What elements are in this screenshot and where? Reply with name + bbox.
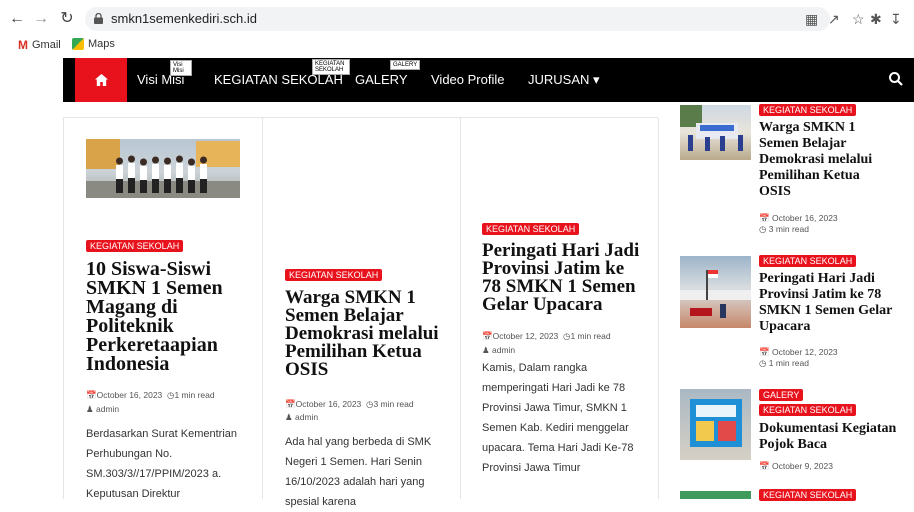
clock-icon: ◷ [759,358,767,368]
post-card: KEGIATAN SEKOLAH 10 Siswa-Siswi SMKN 1 S… [63,118,262,500]
user-icon: ♟ [285,412,293,422]
bookmark-label: Maps [88,38,115,50]
post-excerpt: Berdasarkan Surat Kementrian Perhubungan… [86,428,238,500]
post-meta: 📅October 16, 2023 ◷1 min read [86,389,215,401]
sidebar-post-title[interactable]: Peringati Hari Jadi Provinsi Jatim ke 78… [759,271,899,335]
nav-galery[interactable]: GALERY [355,72,408,88]
download-icon[interactable]: ↧ [890,11,902,27]
read-time: 1 min read [174,390,215,400]
flag-ceremony-photo [680,270,751,318]
gmail-icon: M [18,38,28,52]
category-badge[interactable]: GALERY [759,389,804,401]
sidebar-post-meta: 📅 October 12, 2023 ◷ 1 min read [759,347,838,369]
author-name[interactable]: admin [492,345,515,355]
post-title[interactable]: 10 Siswa-Siswi SMKN 1 Semen Magang di Po… [86,259,246,374]
read-time: 1 min read [570,331,611,341]
post-excerpt: Ada hal yang berbeda di SMK Negeri 1 Sem… [285,436,432,508]
maps-icon [72,38,84,50]
share-icon[interactable]: ↗ [828,11,840,27]
category-badge[interactable]: KEGIATAN SEKOLAH [285,269,383,281]
category-badge[interactable]: KEGIATAN SEKOLAH [759,489,857,501]
calendar-icon: 📅 [285,399,296,409]
reading-corner-photo [690,399,742,447]
post-excerpt: Kamis, Dalam rangka memperingati Hari Ja… [482,362,634,474]
read-time: 3 min read [373,399,414,409]
address-bar[interactable]: smkn1semenkediri.sch.id ▦ ↗ ☆ [85,7,865,31]
site-navbar: Visi Misi Visi Misi KEGIATAN SEKOLAH KEG… [63,58,914,102]
calendar-icon: 📅 [759,461,770,471]
bookmarks-bar: M Gmail Maps [0,36,914,56]
user-icon: ♟ [482,345,490,355]
post-date[interactable]: October 16, 2023 [772,213,838,223]
post-date[interactable]: October 16, 2023 [97,390,163,400]
students-photo [86,139,240,198]
author-name[interactable]: admin [295,412,318,422]
post-author: ♟ admin [482,344,515,356]
post-thumbnail[interactable] [86,139,240,198]
bookmark-star-icon[interactable]: ☆ [852,11,865,27]
browser-chrome: ← → ↻ smkn1semenkediri.sch.id ▦ ↗ ☆ ✱ ↧ … [0,0,914,56]
calendar-icon: 📅 [86,390,97,400]
address-row: ← → ↻ smkn1semenkediri.sch.id ▦ ↗ ☆ ✱ ↧ [0,4,914,34]
back-icon[interactable]: ← [8,10,26,28]
osis-election-photo [680,105,743,151]
calendar-icon: 📅 [759,213,770,223]
nav-jurusan-dropdown[interactable]: JURUSAN ▾ [528,72,600,88]
sidebar-thumbnail[interactable] [680,389,751,460]
category-badge[interactable]: KEGIATAN SEKOLAH [759,255,857,267]
home-button[interactable] [75,58,127,102]
home-icon [94,74,108,86]
nav-tooltip: Visi Misi [170,60,192,76]
forward-icon[interactable]: → [32,10,50,28]
extensions-icon[interactable]: ✱ [870,11,882,27]
sidebar-thumbnail[interactable] [680,105,751,160]
nav-tooltip: KEGIATAN SEKOLAH [312,59,350,75]
url-text: smkn1semenkediri.sch.id [111,11,257,26]
category-badge[interactable]: KEGIATAN SEKOLAH [759,404,857,416]
bookmark-maps[interactable]: Maps [72,38,115,50]
nav-video-profile[interactable]: Video Profile [431,72,504,88]
user-icon: ♟ [86,404,94,414]
post-author: ♟ admin [86,403,119,415]
category-badge[interactable]: KEGIATAN SEKOLAH [759,104,857,116]
category-badge[interactable]: KEGIATAN SEKOLAH [86,240,184,252]
post-date[interactable]: October 16, 2023 [296,399,362,409]
calendar-icon: 📅 [759,347,770,357]
sidebar-thumbnail[interactable] [680,491,751,499]
category-badge[interactable]: KEGIATAN SEKOLAH [482,223,580,235]
calendar-icon: 📅 [482,331,493,341]
translate-icon[interactable]: ▦ [805,11,818,27]
sidebar-post-meta: 📅 October 16, 2023 ◷ 3 min read [759,213,838,235]
author-name[interactable]: admin [96,404,119,414]
post-date[interactable]: October 9, 2023 [772,461,833,471]
post-meta: 📅October 12, 2023 ◷1 min read [482,330,611,342]
post-date[interactable]: October 12, 2023 [772,347,838,357]
sidebar-thumbnail[interactable] [680,256,751,328]
sidebar-post-meta: 📅 October 9, 2023 [759,461,833,472]
bookmark-gmail[interactable]: M Gmail [18,38,61,52]
read-time: 1 min read [768,358,809,368]
post-meta: 📅October 16, 2023 ◷3 min read [285,398,414,410]
post-card: KEGIATAN SEKOLAH Peringati Hari Jadi Pro… [460,118,659,499]
post-title[interactable]: Peringati Hari Jadi Provinsi Jatim ke 78… [482,241,642,314]
post-date[interactable]: October 12, 2023 [493,331,559,341]
lock-icon [94,13,103,24]
sidebar-post-title[interactable]: Dokumentasi Kegiatan Pojok Baca [759,421,899,453]
nav-tooltip: GALERY [390,60,421,70]
read-time: 3 min read [768,224,809,234]
reload-icon[interactable]: ↻ [58,10,76,28]
search-icon[interactable] [888,71,904,87]
bookmark-label: Gmail [32,39,61,51]
post-title[interactable]: Warga SMKN 1 Semen Belajar Demokrasi mel… [285,288,445,379]
sidebar-post-title[interactable]: Warga SMKN 1 Semen Belajar Demokrasi mel… [759,120,879,200]
post-author: ♟ admin [285,411,318,423]
post-card: KEGIATAN SEKOLAH Warga SMKN 1 Semen Bela… [262,118,461,508]
clock-icon: ◷ [759,224,767,234]
